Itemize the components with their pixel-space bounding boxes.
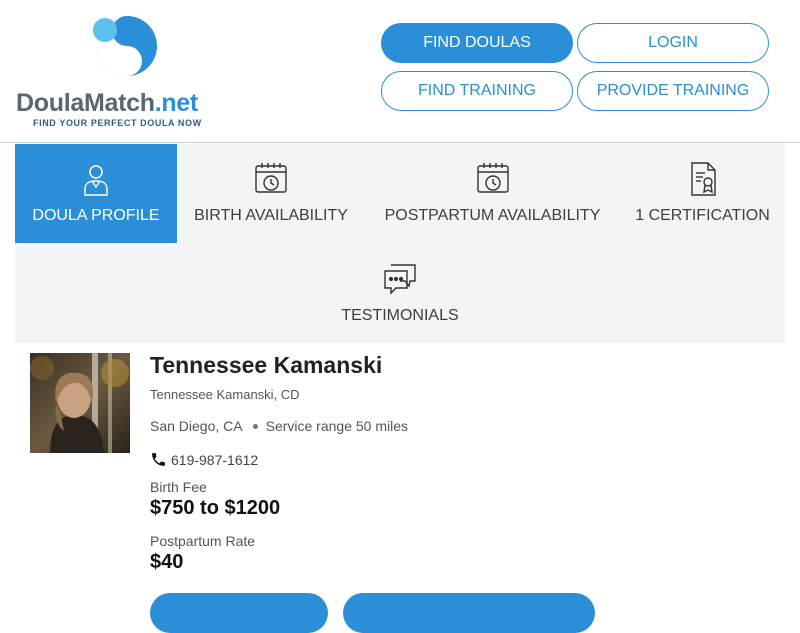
- tab-label: 1 CERTIFICATION: [635, 207, 770, 224]
- phone-icon: [152, 453, 165, 466]
- calendar-clock-icon: [476, 163, 509, 193]
- doula-location-line: San Diego, CA Service range 50 miles: [150, 418, 408, 434]
- profile-tabs: DOULA PROFILE BIRTH AVAILABILITY POSTPAR…: [15, 144, 785, 343]
- tab-testimonials[interactable]: TESTIMONIALS: [15, 244, 785, 343]
- phone-number[interactable]: 619-987-1612: [171, 452, 258, 468]
- doula-phone[interactable]: 619-987-1612: [150, 451, 258, 468]
- site-logo[interactable]: DoulaMatch.net FIND YOUR PERFECT DOULA N…: [16, 12, 216, 132]
- logo-wordmark: DoulaMatch.net: [16, 89, 198, 118]
- postpartum-rate-value: $40: [150, 551, 184, 573]
- tab-certification[interactable]: 1 CERTIFICATION: [620, 144, 785, 243]
- doula-location: San Diego, CA: [150, 418, 243, 434]
- birth-fee-label: Birth Fee: [150, 479, 207, 495]
- birth-fee-value: $750 to $1200: [150, 497, 281, 519]
- contact-button[interactable]: [150, 593, 328, 633]
- calendar-clock-icon: [255, 163, 287, 193]
- site-header: DoulaMatch.net FIND YOUR PERFECT DOULA N…: [0, 0, 800, 143]
- chat-bubbles-icon: [384, 264, 416, 295]
- logo-mark-icon: [93, 16, 157, 76]
- tab-label: DOULA PROFILE: [32, 207, 160, 224]
- doula-person-icon: [84, 165, 108, 196]
- doula-photo: [30, 353, 130, 453]
- find-training-button[interactable]: FIND TRAINING: [381, 71, 573, 111]
- doula-credential: Tennessee Kamanski, CD: [150, 387, 300, 402]
- tab-label: POSTPARTUM AVAILABILITY: [384, 207, 601, 224]
- tab-label: TESTIMONIALS: [341, 307, 459, 324]
- service-range: Service range 50 miles: [265, 418, 409, 434]
- bullet-separator: [252, 423, 258, 429]
- tab-label: BIRTH AVAILABILITY: [194, 207, 348, 224]
- tab-doula-profile[interactable]: DOULA PROFILE: [15, 144, 177, 243]
- logo-name-suffix: .net: [154, 89, 199, 117]
- postpartum-rate-label: Postpartum Rate: [150, 533, 256, 549]
- login-button[interactable]: LOGIN: [577, 23, 769, 63]
- tab-birth-availability[interactable]: BIRTH AVAILABILITY: [177, 144, 365, 243]
- tab-postpartum-availability[interactable]: POSTPARTUM AVAILABILITY: [365, 144, 620, 243]
- logo-name-main: DoulaMatch: [16, 89, 155, 117]
- certificate-icon: [690, 162, 716, 196]
- logo-tagline: FIND YOUR PERFECT DOULA NOW: [33, 118, 202, 128]
- secondary-action-button[interactable]: [343, 593, 595, 633]
- provide-training-button[interactable]: PROVIDE TRAINING: [577, 71, 769, 111]
- doula-name: Tennessee Kamanski: [150, 352, 383, 378]
- find-doulas-button[interactable]: FIND DOULAS: [381, 23, 573, 63]
